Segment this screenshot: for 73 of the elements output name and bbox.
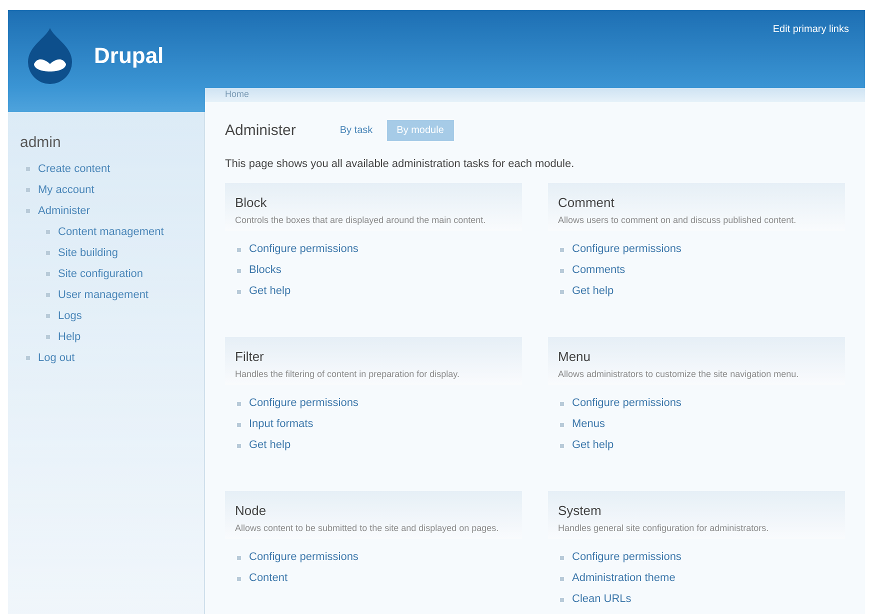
task-link[interactable]: Get help [249, 283, 291, 300]
bullet-icon [560, 290, 564, 294]
task-link[interactable]: Input formats [249, 416, 314, 433]
module-title: Menu [558, 348, 592, 366]
page-title: Administer [225, 120, 296, 140]
bullet-icon [46, 251, 50, 255]
module-title: Block [235, 194, 268, 212]
breadcrumb-link[interactable]: Home [225, 88, 250, 102]
bullet-icon [560, 422, 564, 426]
task-link[interactable]: Configure permissions [249, 549, 358, 566]
tab[interactable]: By task [336, 120, 377, 142]
task-link[interactable]: Configure permissions [249, 241, 358, 258]
sidebar-item[interactable]: User management [58, 286, 148, 304]
task-link[interactable]: Clean URLs [572, 591, 632, 608]
task-link[interactable]: Get help [249, 437, 291, 454]
task-link[interactable]: Content [249, 570, 288, 587]
bullet-icon [237, 290, 241, 294]
sidebar-item[interactable]: Administer [38, 202, 90, 220]
sidebar-item[interactable]: Content management [58, 224, 164, 240]
bullet-icon [560, 556, 564, 560]
bullet-icon [26, 356, 30, 360]
module-description: Handles general site configuration for administrators. [558, 522, 770, 535]
module-description: Controls the boxes that are displayed around the main content. [235, 214, 487, 227]
sidebar-item[interactable]: My account [38, 182, 94, 198]
bullet-icon [560, 248, 564, 252]
task-link[interactable]: Configure permissions [572, 241, 682, 258]
module-description: Allows users to comment on and discuss published content. [558, 214, 798, 227]
sidebar-item[interactable]: Help [58, 328, 81, 346]
bullet-icon [46, 293, 50, 297]
task-link[interactable]: Administration theme [572, 570, 676, 587]
primary-links-link[interactable]: Edit primary links [772, 22, 849, 37]
intro-text: This page shows you all available administration tasks for each module. [225, 157, 576, 172]
bullet-icon [237, 268, 241, 272]
sidebar-item[interactable]: Logs [58, 308, 82, 324]
bullet-icon [46, 230, 50, 234]
bullet-icon [46, 314, 50, 318]
sidebar-item[interactable]: Site configuration [58, 266, 143, 282]
task-link[interactable]: Configure permissions [572, 549, 682, 566]
bullet-icon [46, 272, 50, 276]
sidebar-item[interactable]: Log out [38, 350, 75, 366]
bullet-icon [237, 556, 241, 560]
sidebar-item[interactable]: Create content [38, 160, 110, 178]
bullet-icon [26, 209, 30, 213]
site-name[interactable]: Drupal [94, 38, 164, 72]
module-title: Filter [235, 348, 265, 366]
bullet-icon [560, 598, 564, 602]
module-title: Node [235, 502, 268, 520]
bullet-icon [26, 188, 30, 192]
bullet-icon [560, 444, 564, 448]
task-link[interactable]: Blocks [249, 262, 282, 279]
task-link[interactable]: Get help [572, 437, 614, 454]
bullet-icon [560, 576, 564, 580]
sidebar-title: admin [20, 133, 62, 153]
task-link[interactable]: Get help [572, 283, 614, 300]
task-link[interactable]: Configure permissions [572, 395, 682, 412]
bullet-icon [560, 402, 564, 406]
module-description: Allows content to be submitted to the site and displayed on pages. [235, 522, 500, 535]
bullet-icon [560, 268, 564, 272]
task-link[interactable]: Menus [572, 416, 606, 433]
bullet-icon [237, 576, 241, 580]
task-link[interactable]: Configure permissions [249, 395, 358, 412]
bullet-icon [237, 444, 241, 448]
task-link[interactable]: Comments [572, 262, 626, 279]
bullet-icon [46, 335, 50, 339]
module-description: Allows administrators to customize the site navigation menu. [558, 368, 800, 381]
sidebar-item[interactable]: Site building [58, 244, 118, 262]
bullet-icon [26, 167, 30, 171]
module-title: Comment [558, 194, 616, 212]
module-title: System [558, 502, 602, 520]
bullet-icon [237, 422, 241, 426]
module-description: Handles the filtering of content in preparation for display. [235, 368, 460, 381]
bullet-icon [237, 248, 241, 252]
bullet-icon [237, 402, 241, 406]
